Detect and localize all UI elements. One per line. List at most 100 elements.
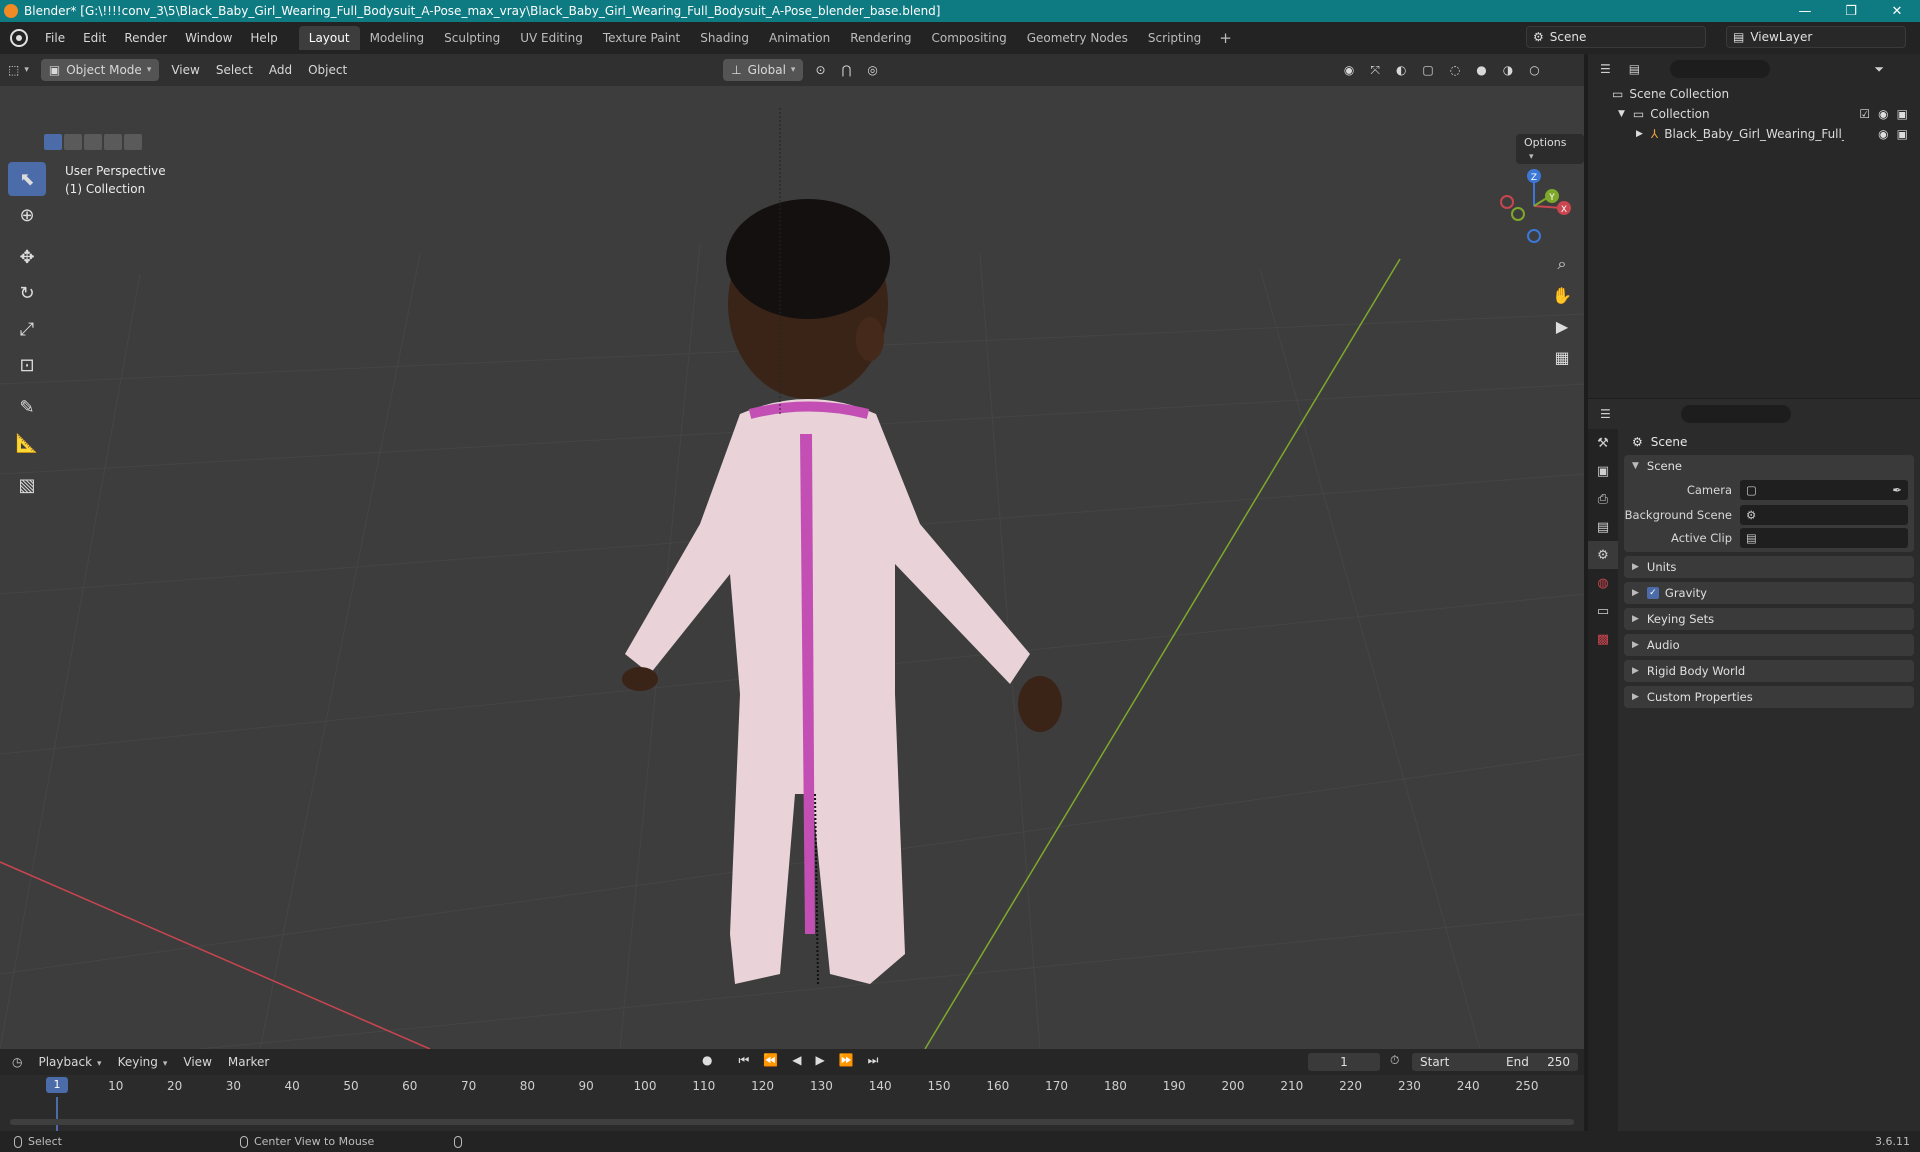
properties-search-input[interactable]: [1680, 405, 1791, 423]
transform-tool[interactable]: ⊡: [8, 348, 46, 382]
tab-sculpting[interactable]: Sculpting: [434, 26, 510, 50]
camera-render-icon[interactable]: ▣: [1897, 127, 1908, 141]
scale-tool[interactable]: ⤢: [8, 312, 46, 346]
timeline-menu-marker[interactable]: Marker: [220, 1055, 277, 1069]
jump-start-icon[interactable]: ⏮: [738, 1053, 749, 1068]
timeline-menu-playback[interactable]: Playback ▾: [30, 1055, 109, 1069]
tab-texture[interactable]: ▩: [1588, 625, 1618, 653]
options-dropdown[interactable]: Options ▾: [1516, 134, 1584, 164]
visibility-button[interactable]: ◉: [1336, 59, 1362, 81]
play-icon[interactable]: ▶: [815, 1053, 824, 1068]
custom-properties-panel-header[interactable]: ▶ Custom Properties: [1624, 686, 1914, 708]
background-scene-field[interactable]: ⚙: [1740, 504, 1908, 525]
tab-geometry-nodes[interactable]: Geometry Nodes: [1017, 26, 1138, 50]
xray-toggle[interactable]: ▢: [1414, 59, 1441, 81]
measure-tool[interactable]: 📐: [8, 426, 46, 460]
properties-editor-icon[interactable]: ☰: [1600, 407, 1611, 421]
tab-texture-paint[interactable]: Texture Paint: [593, 26, 690, 50]
add-workspace-button[interactable]: +: [1211, 29, 1240, 47]
transform-orientation-dropdown[interactable]: ⊥ Global ▾: [723, 59, 804, 81]
menu-file[interactable]: File: [36, 31, 74, 45]
baby-model[interactable]: [622, 199, 1062, 984]
camera-render-icon[interactable]: ▣: [1897, 107, 1908, 121]
viewport-menu-select[interactable]: Select: [208, 59, 261, 81]
tab-compositing[interactable]: Compositing: [921, 26, 1016, 50]
tab-render[interactable]: ▣: [1588, 457, 1618, 485]
scene-panel-header[interactable]: ▼ Scene: [1624, 455, 1914, 477]
timeline-ruler[interactable]: 1 10 20 30 40 50 60 70 80 90 100 110 120 130 140 150 160…: [0, 1075, 1584, 1131]
shading-rendered[interactable]: ○: [1521, 59, 1547, 81]
end-frame-field[interactable]: End 250: [1498, 1053, 1578, 1071]
audio-panel-header[interactable]: ▶ Audio: [1624, 634, 1914, 656]
menu-help[interactable]: Help: [241, 31, 286, 45]
outliner-collection[interactable]: ▼ ▭ Collection ☑ ◉ ▣: [1588, 104, 1920, 124]
next-keyframe-icon[interactable]: ⏩: [839, 1053, 854, 1068]
select-box-tool[interactable]: ⬉: [8, 162, 46, 196]
outliner-scene-collection[interactable]: ▭ Scene Collection: [1588, 84, 1920, 104]
tab-scripting[interactable]: Scripting: [1138, 26, 1211, 50]
3d-viewport[interactable]: ⬚ ▾ ▣ Object Mode ▾ View Select Add Objec…: [0, 54, 1584, 1049]
tab-shading[interactable]: Shading: [690, 26, 759, 50]
expand-arrow-icon[interactable]: ▶: [1636, 129, 1643, 139]
viewport-menu-add[interactable]: Add: [261, 59, 300, 81]
tab-view-layer[interactable]: ▤: [1588, 513, 1618, 541]
checkbox-icon[interactable]: ☑: [1859, 107, 1870, 121]
rigid-body-world-panel-header[interactable]: ▶ Rigid Body World: [1624, 660, 1914, 682]
jump-end-icon[interactable]: ⏭: [868, 1053, 879, 1068]
tab-modeling[interactable]: Modeling: [360, 26, 435, 50]
shading-solid[interactable]: ●: [1468, 59, 1494, 81]
eyedropper-icon[interactable]: ✒: [1892, 483, 1902, 497]
display-mode-icon[interactable]: ▤: [1629, 62, 1640, 76]
scene-selector[interactable]: ⚙ Scene: [1526, 26, 1706, 48]
tab-animation[interactable]: Animation: [759, 26, 840, 50]
current-frame-field[interactable]: 1: [1308, 1053, 1380, 1071]
zoom-button[interactable]: ⌕: [1548, 250, 1576, 278]
navigation-gizmo[interactable]: Z X Y: [1494, 166, 1574, 246]
add-cube-tool[interactable]: ▧: [8, 468, 46, 502]
gravity-panel-header[interactable]: ▶ ✓ Gravity: [1624, 582, 1914, 604]
active-clip-field[interactable]: ▤: [1740, 527, 1908, 548]
eye-icon[interactable]: ◉: [1878, 107, 1888, 121]
maximize-button[interactable]: ❐: [1828, 4, 1874, 19]
stopwatch-icon[interactable]: ⏱: [1390, 1053, 1399, 1068]
select-mode-new[interactable]: [44, 134, 62, 150]
gravity-checkbox[interactable]: ✓: [1646, 587, 1659, 599]
tab-scene[interactable]: ⚙: [1588, 541, 1618, 569]
timeline-menu-view[interactable]: View: [175, 1055, 219, 1069]
record-icon[interactable]: ●: [702, 1053, 712, 1068]
camera-field[interactable]: ▢ ✒: [1740, 479, 1908, 500]
shading-wireframe[interactable]: ◌: [1442, 59, 1468, 81]
tab-world[interactable]: ◍: [1588, 569, 1618, 597]
menu-window[interactable]: Window: [176, 31, 241, 45]
prev-keyframe-icon[interactable]: ⏪: [763, 1053, 778, 1068]
eye-icon[interactable]: ◉: [1878, 127, 1888, 141]
tab-output[interactable]: ⎙: [1588, 485, 1618, 513]
filter-icon[interactable]: ⏷: [1874, 62, 1884, 77]
editor-type-button[interactable]: ⬚ ▾: [0, 59, 37, 81]
keying-sets-panel-header[interactable]: ▶ Keying Sets: [1624, 608, 1914, 630]
timeline-editor-icon[interactable]: ◷: [12, 1055, 22, 1069]
overlay-toggle[interactable]: ◐: [1388, 59, 1414, 81]
annotate-tool[interactable]: ✎: [8, 390, 46, 424]
menu-render[interactable]: Render: [115, 31, 176, 45]
outliner-search-input[interactable]: [1670, 60, 1771, 78]
expand-arrow-icon[interactable]: ▼: [1618, 109, 1625, 119]
tab-collection[interactable]: ▭: [1588, 597, 1618, 625]
viewport-menu-object[interactable]: Object: [300, 59, 355, 81]
select-mode-intersect[interactable]: [124, 134, 142, 150]
tab-layout[interactable]: Layout: [298, 26, 360, 50]
viewport-menu-view[interactable]: View: [163, 59, 207, 81]
outliner-editor-icon[interactable]: ☰: [1600, 62, 1611, 76]
blender-logo-icon[interactable]: [10, 29, 28, 47]
pivot-point-button[interactable]: ⊙: [807, 59, 833, 81]
close-button[interactable]: ✕: [1874, 4, 1920, 19]
tab-rendering[interactable]: Rendering: [840, 26, 921, 50]
viewlayer-selector[interactable]: ▤ ViewLayer: [1726, 26, 1906, 48]
outliner-object[interactable]: ▶ ⅄ Black_Baby_Girl_Wearing_Full_Body ◉ …: [1588, 124, 1920, 144]
move-tool[interactable]: ✥: [8, 240, 46, 274]
object-mode-dropdown[interactable]: ▣ Object Mode ▾: [40, 59, 160, 81]
gizmo-toggle[interactable]: ⤧: [1362, 59, 1388, 81]
select-mode-subtract[interactable]: [84, 134, 102, 150]
rotate-tool[interactable]: ↻: [8, 276, 46, 310]
minimize-button[interactable]: —: [1782, 4, 1828, 19]
